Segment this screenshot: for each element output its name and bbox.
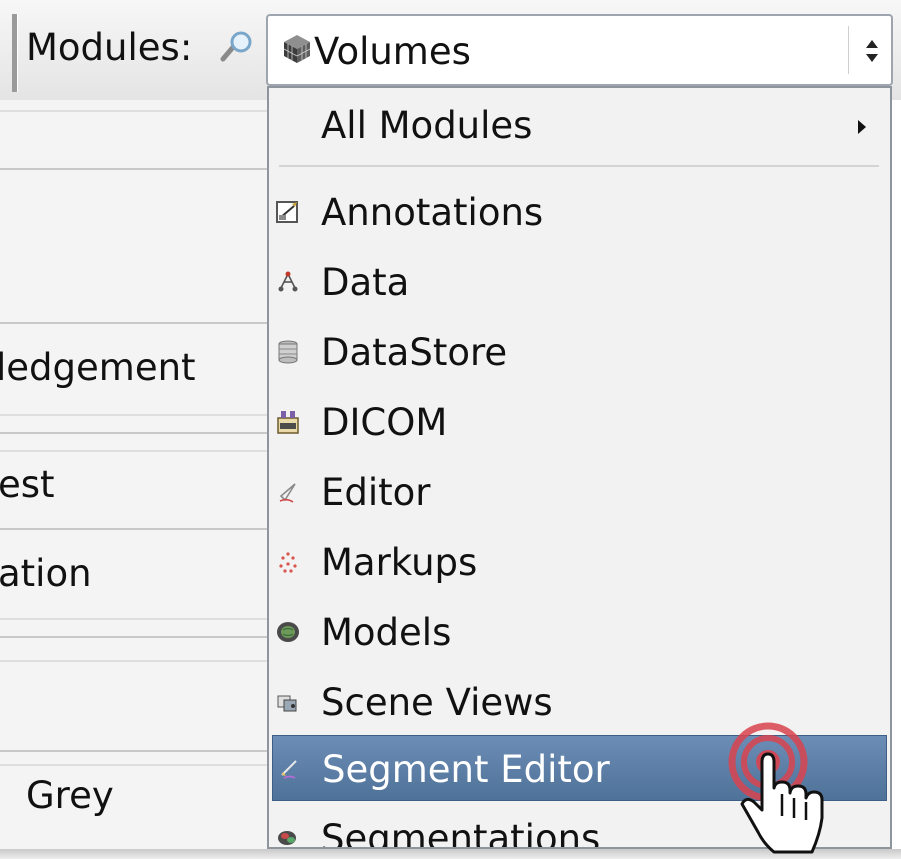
editor-icon: [279, 483, 296, 503]
annotations-icon: [276, 201, 298, 223]
dicom-icon: [277, 411, 299, 434]
submenu-arrow-icon: [858, 120, 866, 134]
menu-item-label: Data: [321, 261, 410, 304]
menu-item-all-modules[interactable]: All Modules: [269, 92, 890, 158]
divider: [0, 168, 280, 170]
menu-item-label: Segment Editor: [322, 748, 610, 791]
menu-item-label: Segmentations: [321, 817, 601, 849]
divider: [0, 414, 280, 416]
interest-section-header[interactable]: est: [0, 463, 55, 506]
divider: [0, 618, 280, 620]
combobox-divider: [848, 26, 849, 74]
divider: [0, 528, 280, 530]
divider: [0, 322, 280, 324]
selected-module-text: Volumes: [314, 30, 471, 73]
menu-item-models[interactable]: Models: [269, 599, 890, 665]
divider: [0, 110, 280, 112]
segment-editor-icon: [281, 760, 297, 779]
menu-item-label: Scene Views: [321, 681, 553, 724]
module-toolbar: Modules: Volumes: [0, 0, 901, 100]
menu-item-data[interactable]: Data: [269, 249, 890, 315]
menu-item-label: All Modules: [321, 104, 533, 147]
modules-label: Modules:: [26, 26, 193, 69]
markups-icon: [279, 552, 297, 573]
menu-item-datastore[interactable]: DataStore: [269, 319, 890, 385]
volume-cube-icon: [283, 35, 311, 63]
menu-item-editor[interactable]: Editor: [269, 459, 890, 525]
menu-item-label: Models: [321, 611, 452, 654]
up-down-arrows-icon[interactable]: [862, 36, 882, 66]
toolbar-drag-handle[interactable]: [12, 14, 18, 92]
data-tree-icon: [278, 271, 298, 292]
segmentations-icon: [278, 831, 296, 845]
information-section-header[interactable]: ation: [0, 552, 92, 595]
divider: [0, 450, 280, 452]
divider: [0, 764, 280, 766]
datastore-icon: [278, 340, 298, 364]
pointer-hand-cursor-icon: [728, 722, 824, 854]
scene-views-icon: [277, 695, 297, 712]
menu-item-dicom[interactable]: DICOM: [269, 389, 890, 455]
models-icon: [277, 622, 299, 642]
menu-item-label: Markups: [321, 541, 478, 584]
menu-item-label: Annotations: [321, 191, 544, 234]
divider: [0, 432, 280, 434]
menu-item-label: DataStore: [321, 331, 508, 374]
acknowledgement-section-header[interactable]: ledgement: [0, 346, 196, 389]
magnifier-icon[interactable]: [218, 30, 256, 68]
menu-separator: [279, 165, 879, 167]
menu-item-label: DICOM: [321, 401, 448, 444]
divider: [0, 636, 280, 638]
grey-colormap-label[interactable]: Grey: [26, 774, 114, 817]
divider: [0, 750, 280, 752]
menu-item-markups[interactable]: Markups: [269, 529, 890, 595]
divider: [0, 660, 280, 662]
module-selector-combobox[interactable]: Volumes: [266, 14, 893, 86]
menu-item-label: Editor: [321, 471, 431, 514]
menu-item-annotations[interactable]: Annotations: [269, 179, 890, 245]
module-panel-background: ledgement est ation Grey: [0, 100, 280, 850]
